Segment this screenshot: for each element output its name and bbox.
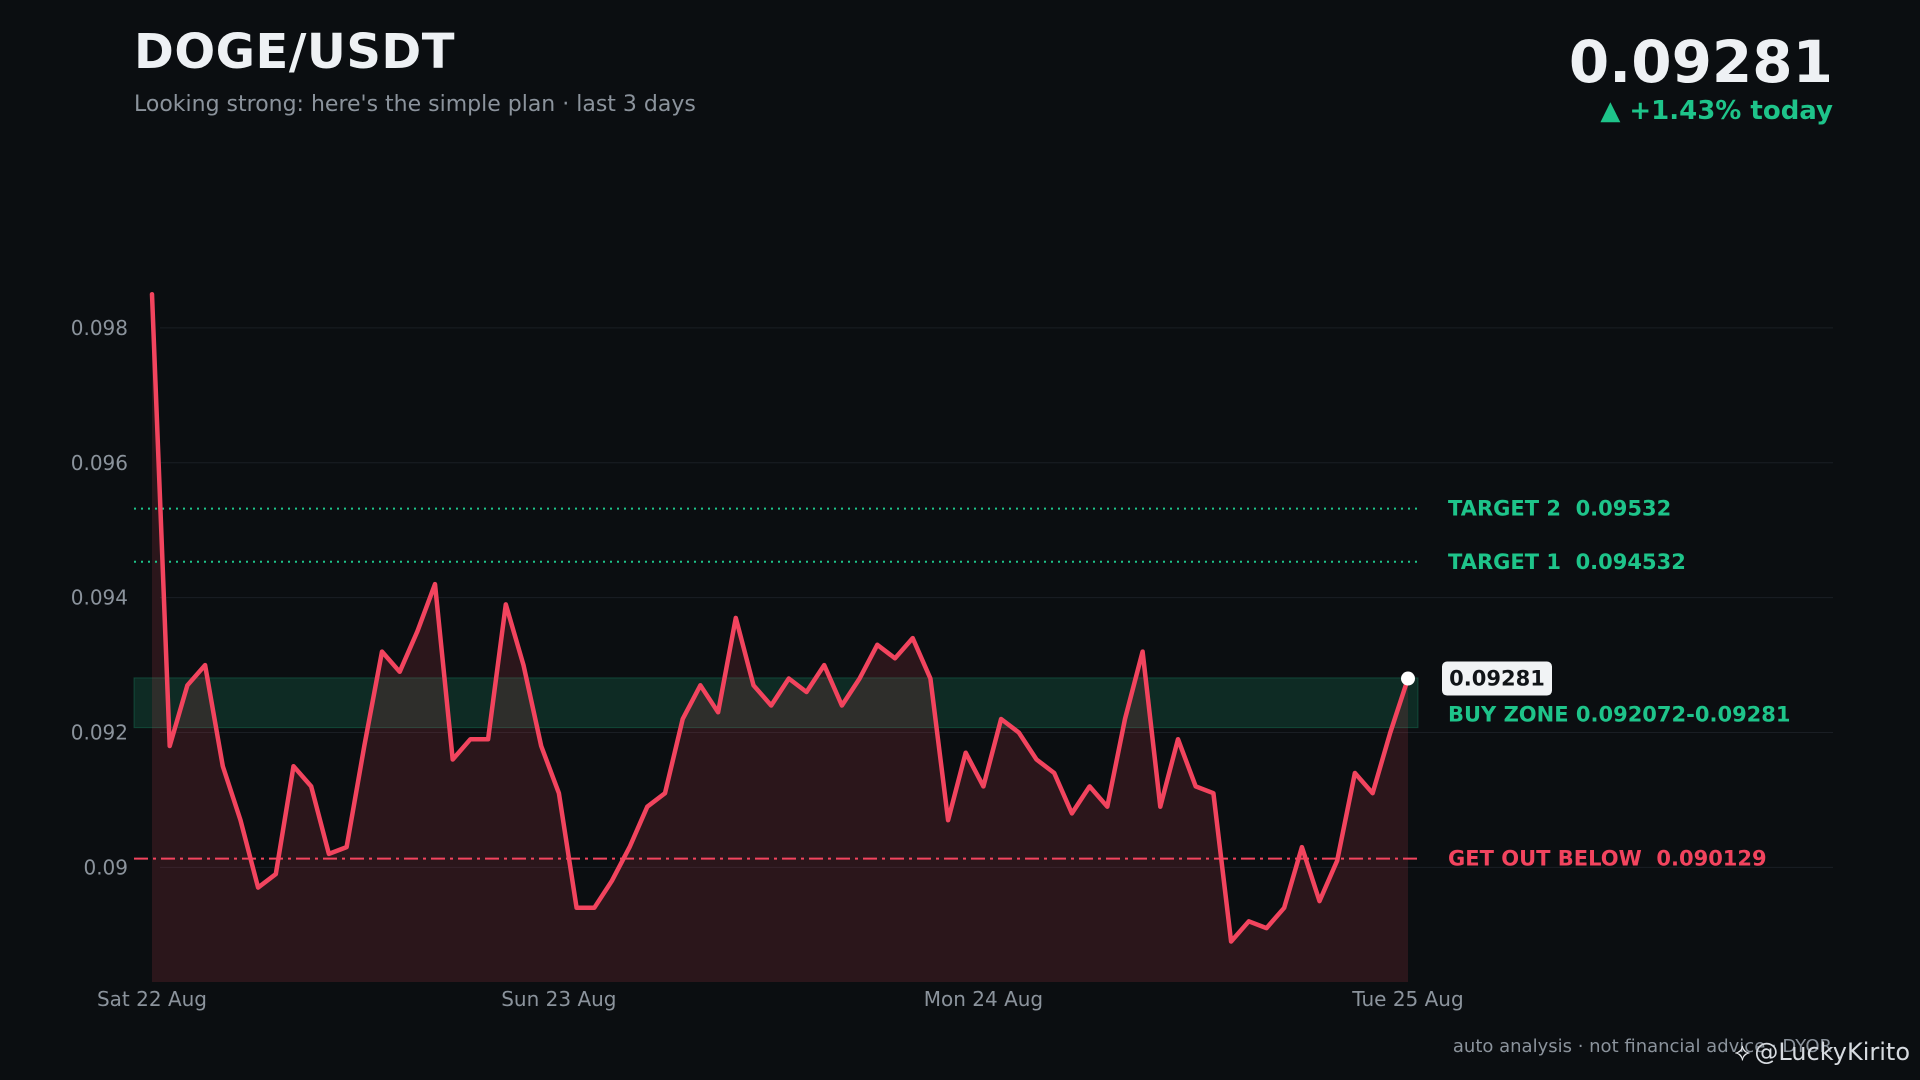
y-tick-label: 0.092 xyxy=(71,720,128,744)
binance-logo-icon: ⟡ xyxy=(1734,1038,1751,1066)
watermark-handle: @LuckyKirito xyxy=(1754,1038,1910,1066)
x-tick-label: Sat 22 Aug xyxy=(97,987,207,1011)
y-tick-label: 0.098 xyxy=(71,316,128,340)
y-tick-label: 0.094 xyxy=(71,586,128,610)
x-tick-label: Tue 25 Aug xyxy=(1351,987,1463,1011)
last-price-dot xyxy=(1401,671,1415,686)
x-tick-label: Mon 24 Aug xyxy=(924,987,1043,1011)
x-tick-label: Sun 23 Aug xyxy=(501,987,616,1011)
level-label: TARGET 1 0.094532 xyxy=(1448,550,1686,574)
price-area-fill xyxy=(152,294,1408,982)
buy-zone-label: BUY ZONE 0.092072-0.09281 xyxy=(1448,703,1791,727)
level-label: GET OUT BELOW 0.090129 xyxy=(1448,847,1767,871)
level-labels: TARGET 2 0.09532 TARGET 1 0.094532 GET OUT… xyxy=(1442,497,1791,871)
watermark: ⟡ @LuckyKirito xyxy=(1734,1038,1910,1066)
price-chart: 0.098 0.096 0.094 0.092 0.09 Sat 22 Aug Sun 23… xyxy=(71,291,1833,1011)
y-tick-label: 0.09 xyxy=(83,855,128,879)
y-tick-label: 0.096 xyxy=(71,451,128,475)
level-label: TARGET 2 0.09532 xyxy=(1448,497,1671,521)
price-area xyxy=(152,294,1408,982)
last-price-badge-text: 0.09281 xyxy=(1449,667,1545,691)
